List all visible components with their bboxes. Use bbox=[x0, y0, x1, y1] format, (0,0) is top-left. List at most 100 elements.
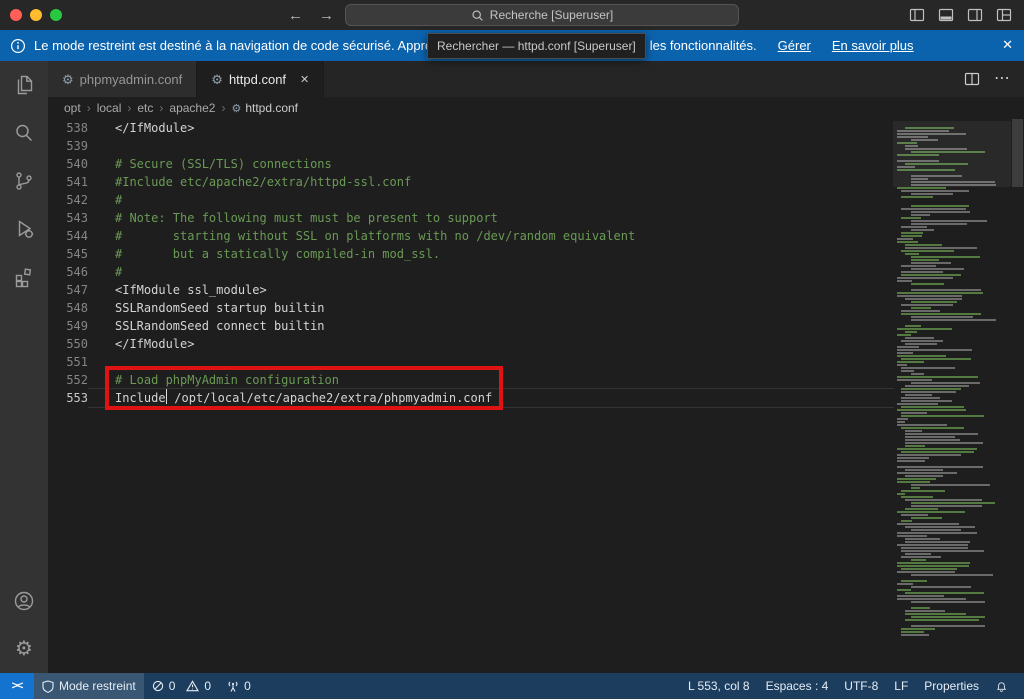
breadcrumb-file-label: httpd.conf bbox=[245, 101, 298, 115]
line-number[interactable]: 542 bbox=[48, 191, 88, 209]
code-text: <IfModule ssl_module> bbox=[115, 281, 267, 299]
code-line[interactable]: 548SSLRandomSeed startup builtin bbox=[48, 299, 893, 317]
code-line[interactable]: 539 bbox=[48, 137, 893, 155]
remote-indicator[interactable]: >< bbox=[0, 673, 34, 699]
line-number[interactable]: 549 bbox=[48, 317, 88, 335]
code-line[interactable]: 550</IfModule> bbox=[48, 335, 893, 353]
error-icon bbox=[152, 680, 164, 692]
tab-label: phpmyadmin.conf bbox=[80, 72, 183, 87]
line-number[interactable]: 540 bbox=[48, 155, 88, 173]
zoom-window-button[interactable] bbox=[50, 9, 62, 21]
line-number[interactable]: 545 bbox=[48, 245, 88, 263]
line-number[interactable]: 548 bbox=[48, 299, 88, 317]
cursor-position-item[interactable]: L 553, col 8 bbox=[680, 673, 758, 699]
line-number[interactable]: 539 bbox=[48, 137, 88, 155]
toggle-sidebar-icon[interactable] bbox=[909, 7, 925, 23]
minimap-line bbox=[911, 214, 930, 216]
settings-gear-icon[interactable]: ⚙ bbox=[0, 625, 48, 673]
indentation-item[interactable]: Espaces : 4 bbox=[758, 673, 837, 699]
minimap-line bbox=[905, 385, 969, 387]
minimap-line bbox=[897, 481, 930, 483]
minimap-line bbox=[905, 394, 932, 396]
breadcrumb-item[interactable]: etc bbox=[137, 101, 153, 115]
banner-close-icon[interactable]: ✕ bbox=[1002, 37, 1013, 53]
tab-phpmyadmin-conf[interactable]: ⚙ phpmyadmin.conf bbox=[48, 61, 197, 97]
minimap-line bbox=[893, 199, 1011, 201]
problems-item[interactable]: 0 0 bbox=[144, 673, 219, 699]
code-line[interactable]: 553Include /opt/local/etc/apache2/extra/… bbox=[48, 389, 893, 407]
restricted-mode-item[interactable]: Mode restreint bbox=[34, 673, 144, 699]
code-line[interactable]: 543# Note: The following must must be pr… bbox=[48, 209, 893, 227]
customize-layout-icon[interactable] bbox=[996, 7, 1012, 23]
ports-item[interactable]: 0 bbox=[219, 673, 259, 699]
line-number[interactable]: 546 bbox=[48, 263, 88, 281]
line-number[interactable]: 550 bbox=[48, 335, 88, 353]
breadcrumb-item[interactable]: apache2 bbox=[169, 101, 215, 115]
line-number[interactable]: 544 bbox=[48, 227, 88, 245]
forward-icon[interactable]: → bbox=[319, 7, 334, 24]
code-line[interactable]: 545# but a statically compiled-in mod_ss… bbox=[48, 245, 893, 263]
explorer-icon[interactable] bbox=[0, 61, 48, 109]
minimap-line bbox=[905, 526, 975, 528]
line-number[interactable]: 547 bbox=[48, 281, 88, 299]
minimap-line bbox=[901, 250, 954, 252]
minimap[interactable] bbox=[893, 121, 1011, 673]
breadcrumb-item[interactable]: local bbox=[97, 101, 122, 115]
account-icon[interactable] bbox=[0, 577, 48, 625]
line-number[interactable]: 541 bbox=[48, 173, 88, 191]
line-number[interactable]: 538 bbox=[48, 119, 88, 137]
minimap-line bbox=[905, 430, 922, 432]
minimize-window-button[interactable] bbox=[30, 9, 42, 21]
tab-close-icon[interactable]: ✕ bbox=[300, 73, 309, 86]
minimap-line bbox=[911, 625, 985, 627]
encoding-item[interactable]: UTF-8 bbox=[836, 673, 886, 699]
search-tooltip: Rechercher — httpd.conf [Superuser] bbox=[427, 33, 646, 59]
language-mode-label: Properties bbox=[924, 679, 979, 693]
breadcrumb-item[interactable]: opt bbox=[64, 101, 81, 115]
learn-more-link[interactable]: En savoir plus bbox=[832, 38, 914, 53]
code-line[interactable]: 551 bbox=[48, 353, 893, 371]
line-number[interactable]: 552 bbox=[48, 371, 88, 389]
manage-link[interactable]: Gérer bbox=[778, 38, 811, 53]
minimap-line bbox=[897, 595, 944, 597]
minimap-line bbox=[897, 409, 966, 411]
minimap-line bbox=[897, 364, 907, 366]
search-sidebar-icon[interactable] bbox=[0, 109, 48, 157]
code-line[interactable]: 538</IfModule> bbox=[48, 119, 893, 137]
code-line[interactable]: 552# Load phpMyAdmin configuration bbox=[48, 371, 893, 389]
toggle-secondary-sidebar-icon[interactable] bbox=[967, 7, 983, 23]
minimap-line bbox=[897, 598, 966, 600]
extensions-icon[interactable] bbox=[0, 253, 48, 301]
line-number[interactable]: 553 bbox=[48, 389, 88, 407]
code-line[interactable]: 541#Include etc/apache2/extra/httpd-ssl.… bbox=[48, 173, 893, 191]
back-icon[interactable]: ← bbox=[288, 7, 303, 24]
eol-item[interactable]: LF bbox=[886, 673, 916, 699]
language-mode-item[interactable]: Properties bbox=[916, 673, 987, 699]
code-line[interactable]: 546# bbox=[48, 263, 893, 281]
notifications-item[interactable] bbox=[987, 673, 1016, 699]
breadcrumb-file[interactable]: ⚙ httpd.conf bbox=[231, 101, 298, 115]
line-number[interactable]: 551 bbox=[48, 353, 88, 371]
scrollbar-thumb[interactable] bbox=[1012, 119, 1023, 187]
source-control-icon[interactable] bbox=[0, 157, 48, 205]
command-center-search[interactable]: Recherche [Superuser] bbox=[345, 4, 739, 26]
minimap-slider[interactable] bbox=[893, 121, 1011, 187]
minimap-line bbox=[901, 427, 964, 429]
code-line[interactable]: 549SSLRandomSeed connect builtin bbox=[48, 317, 893, 335]
minimap-line bbox=[911, 586, 971, 588]
minimap-line bbox=[901, 514, 928, 516]
more-actions-icon[interactable]: ⋯ bbox=[994, 71, 1010, 87]
code-line[interactable]: 544# starting without SSL on platforms w… bbox=[48, 227, 893, 245]
error-count: 0 bbox=[169, 679, 176, 693]
close-window-button[interactable] bbox=[10, 9, 22, 21]
search-label: Recherche [Superuser] bbox=[490, 8, 613, 22]
tab-httpd-conf[interactable]: ⚙ httpd.conf ✕ bbox=[197, 61, 324, 97]
line-number[interactable]: 543 bbox=[48, 209, 88, 227]
run-debug-icon[interactable] bbox=[0, 205, 48, 253]
split-editor-icon[interactable] bbox=[964, 71, 980, 87]
code-line[interactable]: 540# Secure (SSL/TLS) connections bbox=[48, 155, 893, 173]
toggle-panel-icon[interactable] bbox=[938, 7, 954, 23]
code-line[interactable]: 547 <IfModule ssl_module> bbox=[48, 281, 893, 299]
editor-area[interactable]: 538</IfModule>539540# Secure (SSL/TLS) c… bbox=[48, 119, 1024, 673]
code-line[interactable]: 542# bbox=[48, 191, 893, 209]
